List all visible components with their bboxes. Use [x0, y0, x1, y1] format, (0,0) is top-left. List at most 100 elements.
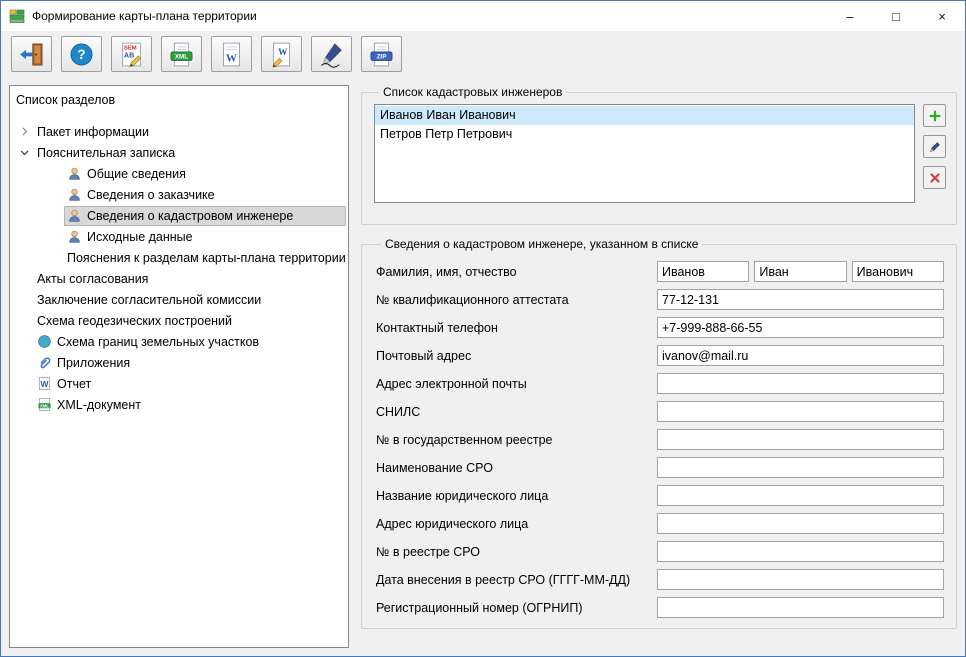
zip-glyph: ZIP [377, 53, 387, 60]
email-input[interactable] [657, 373, 944, 394]
engineer-list-item[interactable]: Иванов Иван Иванович [375, 106, 914, 125]
first-name-input[interactable] [754, 261, 846, 282]
tree-item-explanatory-note[interactable]: Пояснительная записка [12, 142, 346, 163]
ogrnip-label: Регистрационный номер (ОГРНИП) [376, 601, 657, 615]
tree-item-general-info[interactable]: Общие сведения [12, 163, 346, 184]
tree-item-approval-acts[interactable]: Акты согласования [12, 268, 346, 289]
word-template-button[interactable]: W [261, 36, 302, 72]
tree-item-map-plan-sections-notes[interactable]: Пояснения к разделам карты-плана террито… [12, 247, 346, 268]
engineers-listbox[interactable]: Иванов Иван Иванович Петров Петр Петрови… [374, 104, 915, 203]
xml-glyph: XML [175, 53, 188, 60]
signature-button[interactable] [311, 36, 352, 72]
add-engineer-button[interactable] [923, 104, 946, 127]
tree-item-xml-document[interactable]: XML-документ [12, 394, 346, 415]
tree-item-label: Пояснительная записка [37, 146, 175, 160]
zip-export-button[interactable]: ZIP [361, 36, 402, 72]
qualification-certificate-label: № квалификационного аттестата [376, 293, 657, 307]
form-row-qualification-certificate: № квалификационного аттестата [376, 289, 944, 310]
sro-name-input[interactable] [657, 457, 944, 478]
contact-phone-input[interactable] [657, 317, 944, 338]
sro-name-label: Наименование СРО [376, 461, 657, 475]
tree-item-report[interactable]: Отчет [12, 373, 346, 394]
legal-entity-address-label: Адрес юридического лица [376, 517, 657, 531]
state-register-number-label: № в государственном реестре [376, 433, 657, 447]
globe-icon [37, 334, 52, 349]
sro-register-number-label: № в реестре СРО [376, 545, 657, 559]
form-row-legal-entity-address: Адрес юридического лица [376, 513, 944, 534]
tree-item-label: Схема геодезических построений [37, 314, 232, 328]
ogrnip-input[interactable] [657, 597, 944, 618]
tree-item-label: Сведения о заказчике [87, 188, 215, 202]
email-label: Адрес электронной почты [376, 377, 657, 391]
xml-export-button[interactable]: XML [161, 36, 202, 72]
qualification-certificate-input[interactable] [657, 289, 944, 310]
exit-button[interactable] [11, 36, 52, 72]
chevron-down-icon [18, 146, 31, 159]
tree-item-source-data[interactable]: Исходные данные [12, 226, 346, 247]
attachment-icon [37, 355, 52, 370]
tree-item-conciliation-commission-conclusion[interactable]: Заключение согласительной комиссии [12, 289, 346, 310]
legal-entity-name-input[interactable] [657, 485, 944, 506]
fio-label: Фамилия, имя, отчество [376, 265, 657, 279]
tree-item-geodetic-constructions-scheme[interactable]: Схема геодезических построений [12, 310, 346, 331]
person-icon [67, 208, 82, 223]
tree-item-customer-info[interactable]: Сведения о заказчике [12, 184, 346, 205]
tree-item-label: Заключение согласительной комиссии [37, 293, 261, 307]
legal-entity-name-label: Название юридического лица [376, 489, 657, 503]
tree-item-label: Приложения [57, 356, 130, 370]
ab-glyph: AB [124, 51, 134, 59]
word-export-button[interactable]: W [211, 36, 252, 72]
last-name-input[interactable] [657, 261, 749, 282]
question-glyph: ? [77, 47, 85, 62]
sro-register-number-input[interactable] [657, 541, 944, 562]
main-area: Список разделов Пакет информации Пояснит… [1, 77, 965, 656]
engineers-group-title: Список кадастровых инженеров [379, 85, 566, 99]
form-row-ogrnip: Регистрационный номер (ОГРНИП) [376, 597, 944, 618]
form-row-sro-register-date: Дата внесения в реестр СРО (ГГГГ-ММ-ДД) [376, 569, 944, 590]
right-column: Список кадастровых инженеров Иванов Иван… [361, 85, 957, 648]
snils-label: СНИЛС [376, 405, 657, 419]
tree-item-label: Пояснения к разделам карты-плана террито… [67, 251, 345, 265]
form-row-sro-name: Наименование СРО [376, 457, 944, 478]
word-template-icon: W [268, 41, 295, 68]
tree-item-label: Общие сведения [87, 167, 186, 181]
tree-item-label: Отчет [57, 377, 91, 391]
word-export-icon: W [218, 41, 245, 68]
window-controls: – □ × [827, 1, 965, 31]
person-icon [67, 187, 82, 202]
form-row-fio: Фамилия, имя, отчество [376, 261, 944, 282]
tree-item-engineer-info[interactable]: Сведения о кадастровом инженере [12, 205, 346, 226]
engineer-list-actions [923, 104, 946, 203]
snils-input[interactable] [657, 401, 944, 422]
sro-register-date-label: Дата внесения в реестр СРО (ГГГГ-ММ-ДД) [376, 573, 657, 587]
tree-item-attachments[interactable]: Приложения [12, 352, 346, 373]
maximize-button[interactable]: □ [873, 1, 919, 31]
tree-item-label: XML-документ [57, 398, 141, 412]
engineers-groupbox: Список кадастровых инженеров Иванов Иван… [361, 85, 957, 225]
app-window: Формирование карты-плана территории – □ … [0, 0, 966, 657]
window-title: Формирование карты-плана территории [32, 9, 257, 23]
person-icon [67, 229, 82, 244]
middle-name-input[interactable] [852, 261, 944, 282]
minimize-button[interactable]: – [827, 1, 873, 31]
postal-address-input[interactable] [657, 345, 944, 366]
engineer-details-form: Фамилия, имя, отчество № квалификационно… [376, 261, 944, 618]
tree-item-information-package[interactable]: Пакет информации [12, 121, 346, 142]
word-glyph: W [226, 52, 237, 64]
tree-item-label: Пакет информации [37, 125, 149, 139]
form-row-snils: СНИЛС [376, 401, 944, 422]
details-group-title: Сведения о кадастровом инженере, указанн… [381, 237, 702, 251]
edit-engineer-button[interactable] [923, 135, 946, 158]
close-button[interactable]: × [919, 1, 965, 31]
engineer-list-item[interactable]: Петров Петр Петрович [375, 125, 914, 144]
state-register-number-input[interactable] [657, 429, 944, 450]
cross-icon [928, 171, 942, 185]
tree-item-land-plots-borders-scheme[interactable]: Схема границ земельных участков [12, 331, 346, 352]
exit-door-icon [18, 41, 45, 68]
sro-register-date-input[interactable] [657, 569, 944, 590]
sem-template-button[interactable]: SEM AB [111, 36, 152, 72]
delete-engineer-button[interactable] [923, 166, 946, 189]
legal-entity-address-input[interactable] [657, 513, 944, 534]
help-button[interactable]: ? [61, 36, 102, 72]
chevron-right-icon [18, 125, 31, 138]
